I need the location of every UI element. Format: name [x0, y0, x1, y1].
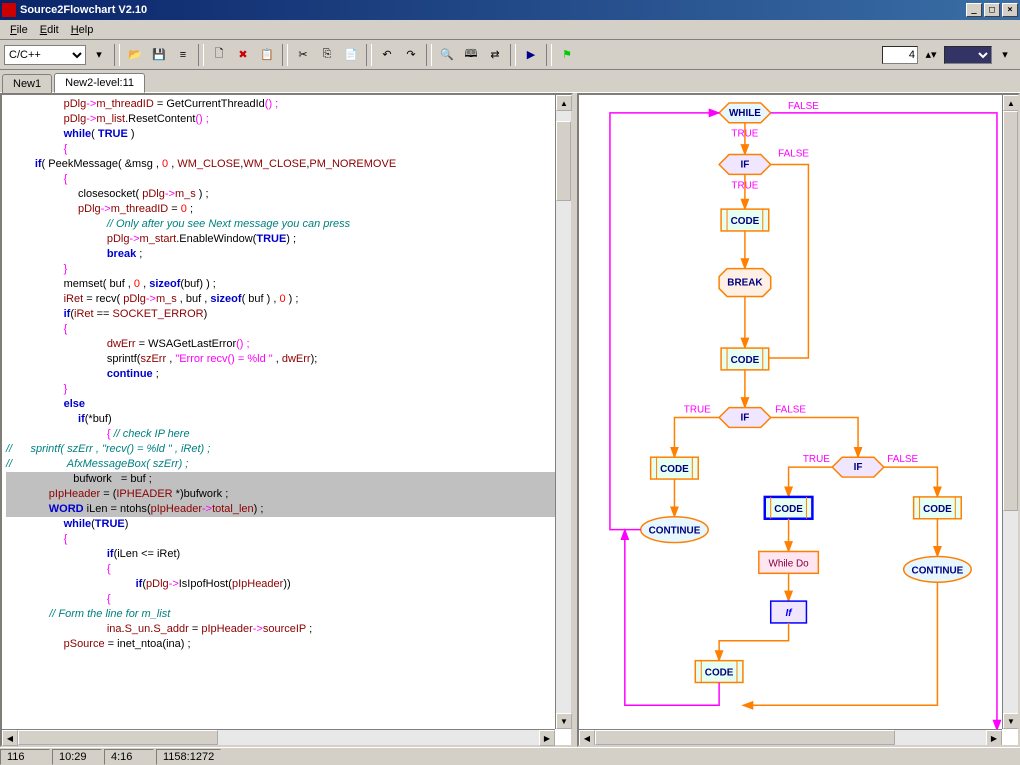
hscroll-thumb[interactable]: [18, 730, 218, 745]
svg-text:CODE: CODE: [660, 464, 689, 475]
svg-text:TRUE: TRUE: [803, 454, 830, 465]
scroll-left-icon[interactable]: ◀: [2, 730, 18, 746]
scroll-up-icon[interactable]: ▲: [1003, 95, 1019, 111]
svg-text:FALSE: FALSE: [778, 149, 809, 160]
svg-text:CODE: CODE: [731, 216, 760, 227]
delete-icon[interactable]: ✖: [232, 44, 254, 66]
dropdown-arrow-icon[interactable]: ▾: [88, 44, 110, 66]
close-button[interactable]: ×: [1002, 3, 1018, 17]
scroll-thumb[interactable]: [556, 121, 571, 201]
code-vscroll[interactable]: ▲ ▼: [555, 95, 571, 729]
svg-text:While Do: While Do: [768, 558, 809, 569]
copy-icon[interactable]: ⎘: [316, 44, 338, 66]
tab-new2[interactable]: New2-level:11: [54, 73, 145, 93]
menu-edit[interactable]: Edit: [34, 22, 65, 38]
open-icon[interactable]: 📂: [124, 44, 146, 66]
svg-text:WHILE: WHILE: [729, 108, 761, 119]
scroll-left-icon[interactable]: ◀: [579, 730, 595, 746]
find-icon[interactable]: 🔍: [436, 44, 458, 66]
zoom-select[interactable]: [944, 46, 992, 64]
zoom-dropdown-icon[interactable]: ▾: [994, 44, 1016, 66]
menu-help[interactable]: Help: [65, 22, 100, 38]
status-cell-3: 4:16: [104, 749, 154, 765]
cut-icon[interactable]: ✂: [292, 44, 314, 66]
flag-icon[interactable]: ⚑: [556, 44, 578, 66]
play-icon[interactable]: ▶: [520, 44, 542, 66]
svg-text:CODE: CODE: [774, 504, 803, 515]
svg-text:FALSE: FALSE: [887, 454, 918, 465]
flowchart-svg: WHILE FALSE TRUE IF FALSE TRUE CODE BREA…: [579, 95, 1018, 745]
toolbar: C/C++ ▾ 📂 💾 ≡ 🗋 ✖ 📋 ✂ ⎘ 📄 ↶ ↷ 🔍 🕮 ⇄ ▶ ⚑ …: [0, 40, 1020, 70]
svg-text:CODE: CODE: [923, 504, 952, 515]
svg-text:TRUE: TRUE: [684, 405, 711, 416]
menu-bar: File Edit Help: [0, 20, 1020, 40]
svg-text:CODE: CODE: [705, 668, 734, 679]
level-input[interactable]: [882, 46, 918, 64]
scroll-down-icon[interactable]: ▼: [556, 713, 572, 729]
scroll-down-icon[interactable]: ▼: [1003, 713, 1019, 729]
scroll-up-icon[interactable]: ▲: [556, 95, 572, 111]
scroll-right-icon[interactable]: ▶: [986, 730, 1002, 746]
list-icon[interactable]: ≡: [172, 44, 194, 66]
status-cell-2: 10:29: [52, 749, 102, 765]
svg-text:FALSE: FALSE: [788, 101, 819, 112]
paste-icon[interactable]: 📋: [256, 44, 278, 66]
status-bar: 116 10:29 4:16 1158:1272: [0, 747, 1020, 765]
svg-text:CODE: CODE: [731, 355, 760, 366]
svg-text:IF: IF: [741, 159, 750, 170]
window-title: Source2Flowchart V2.10: [20, 4, 964, 16]
find-next-icon[interactable]: 🕮: [460, 44, 482, 66]
flow-vscroll[interactable]: ▲ ▼: [1002, 95, 1018, 729]
scroll-thumb[interactable]: [1003, 111, 1018, 511]
spinner-icon[interactable]: ▴▾: [920, 44, 942, 66]
status-cell-4: 1158:1272: [156, 749, 221, 765]
menu-file[interactable]: File: [4, 22, 34, 38]
redo-icon[interactable]: ↷: [400, 44, 422, 66]
maximize-button[interactable]: □: [984, 3, 1000, 17]
tab-new1[interactable]: New1: [2, 74, 52, 93]
svg-text:FALSE: FALSE: [775, 405, 806, 416]
title-bar: Source2Flowchart V2.10 _ □ ×: [0, 0, 1020, 20]
flowchart-pane[interactable]: WHILE FALSE TRUE IF FALSE TRUE CODE BREA…: [577, 93, 1020, 747]
svg-text:IF: IF: [741, 412, 750, 423]
minimize-button[interactable]: _: [966, 3, 982, 17]
replace-icon[interactable]: ⇄: [484, 44, 506, 66]
app-icon: [2, 3, 16, 17]
flow-hscroll[interactable]: ◀ ▶: [579, 729, 1002, 745]
paste2-icon[interactable]: 📄: [340, 44, 362, 66]
svg-text:CONTINUE: CONTINUE: [649, 526, 701, 537]
undo-icon[interactable]: ↶: [376, 44, 398, 66]
code-editor[interactable]: pDlg->m_threadID = GetCurrentThreadId() …: [2, 95, 571, 745]
hscroll-thumb[interactable]: [595, 730, 895, 745]
svg-text:CONTINUE: CONTINUE: [912, 565, 964, 576]
scroll-right-icon[interactable]: ▶: [539, 730, 555, 746]
status-cell-1: 116: [0, 749, 50, 765]
svg-text:IF: IF: [854, 462, 863, 473]
workspace: pDlg->m_threadID = GetCurrentThreadId() …: [0, 92, 1020, 747]
code-pane: pDlg->m_threadID = GetCurrentThreadId() …: [0, 93, 573, 747]
tab-bar: New1 New2-level:11: [0, 70, 1020, 92]
code-hscroll[interactable]: ◀ ▶: [2, 729, 555, 745]
svg-text:BREAK: BREAK: [727, 278, 763, 289]
new-icon[interactable]: 🗋: [208, 44, 230, 66]
language-select[interactable]: C/C++: [4, 45, 86, 65]
save-icon[interactable]: 💾: [148, 44, 170, 66]
